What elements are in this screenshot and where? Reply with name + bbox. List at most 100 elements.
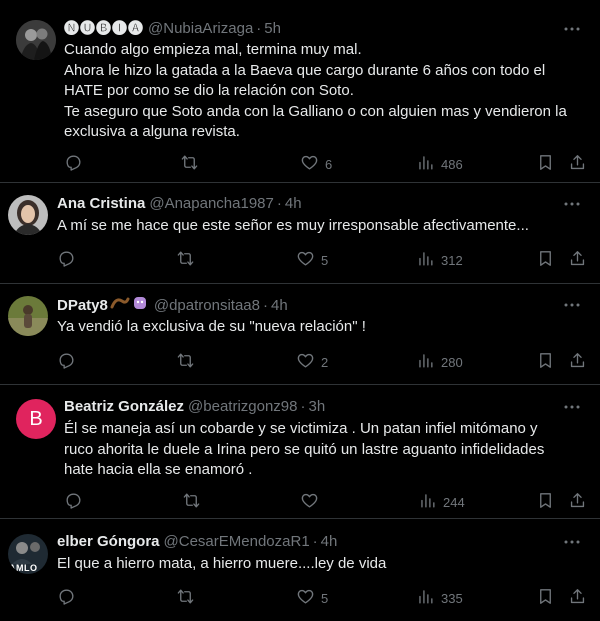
tweet-actions: 5 312 [0, 249, 600, 269]
repost-button[interactable] [176, 249, 201, 271]
reply-button[interactable] [64, 153, 89, 175]
like-button[interactable]: 6 [300, 153, 332, 175]
heart-icon [296, 587, 315, 609]
tweet-text: Cuando algo empieza mal, termina muy mal… [64, 40, 567, 143]
views-count: 486 [441, 156, 463, 172]
share-button[interactable] [568, 153, 587, 175]
tweet-line: Él se maneja así un cobarde y se victimi… [64, 420, 538, 437]
reply-button[interactable] [57, 249, 82, 271]
views-button[interactable]: 486 [416, 153, 463, 175]
share-icon [568, 153, 587, 175]
bookmark-button[interactable] [536, 491, 555, 513]
repost-button[interactable] [176, 351, 201, 373]
separator-dot: · [300, 398, 306, 415]
like-button[interactable]: 5 [296, 587, 328, 609]
tweet-actions: 5 335 [0, 587, 600, 607]
share-icon [568, 587, 587, 609]
like-count: 6 [325, 156, 333, 172]
share-button[interactable] [568, 587, 587, 609]
user-handle[interactable]: @dpatronsitaa8 [154, 296, 260, 316]
bookmark-button[interactable] [536, 153, 555, 175]
display-name[interactable]: Ana Cristina [57, 194, 145, 214]
tweet-line: exclusiva a alguna revista. [64, 123, 240, 140]
like-button[interactable]: 5 [296, 249, 328, 271]
like-count: 2 [321, 354, 329, 370]
like-count: 5 [321, 590, 329, 606]
tweet-text: A mí se me hace que este señor es muy ir… [57, 216, 529, 237]
more-icon[interactable] [562, 397, 582, 417]
repost-icon [176, 249, 195, 271]
user-handle[interactable]: @beatrizgonz98 [188, 397, 297, 417]
heart-icon [300, 491, 319, 513]
like-button[interactable]: 2 [296, 351, 328, 373]
tweet-header: Ana Cristina @Anapancha1987 · 4h [57, 194, 302, 214]
separator-dot: · [256, 20, 262, 37]
avatar[interactable]: AMLO [8, 534, 48, 574]
avatar[interactable] [16, 20, 56, 60]
views-icon [416, 153, 435, 175]
avatar[interactable] [8, 296, 48, 336]
bookmark-button[interactable] [536, 249, 555, 271]
views-button[interactable]: 280 [416, 351, 463, 373]
views-icon [418, 491, 437, 513]
more-icon[interactable] [562, 532, 582, 552]
reply-icon [57, 351, 76, 373]
display-name[interactable]: elber Góngora [57, 532, 160, 552]
share-button[interactable] [568, 249, 587, 271]
reply-button[interactable] [57, 587, 82, 609]
share-icon [568, 491, 587, 513]
bookmark-icon [536, 491, 555, 513]
tweet-line: Ahora le hizo la gatada a la Baeva que c… [64, 61, 546, 79]
more-icon[interactable] [562, 19, 582, 39]
timestamp[interactable]: 3h [309, 397, 326, 417]
repost-button[interactable] [180, 153, 205, 175]
more-icon[interactable] [562, 194, 582, 214]
user-handle[interactable]: @NubiaArizaga [148, 19, 253, 39]
tweet-line: HATE por como se dio la relación con Sot… [64, 82, 354, 99]
reply-button[interactable] [57, 351, 82, 373]
repost-icon [176, 587, 195, 609]
display-name[interactable]: Beatriz González [64, 397, 184, 417]
bookmark-button[interactable] [536, 351, 555, 373]
tweet-dpaty[interactable]: DPaty8 @dpatronsitaa8 · 4h Ya vendió la … [0, 284, 600, 385]
tweet-beatriz[interactable]: B Beatriz González @beatrizgonz98 · 3h É… [0, 385, 600, 519]
bookmark-button[interactable] [536, 587, 555, 609]
tweet-actions: 6 486 [0, 153, 600, 173]
avatar[interactable] [8, 195, 48, 235]
timestamp[interactable]: 4h [285, 194, 302, 214]
display-name[interactable]: 🅝🅤🅑🅘🅐 [64, 19, 144, 39]
repost-button[interactable] [176, 587, 201, 609]
bookmark-icon [536, 351, 555, 373]
timestamp[interactable]: 4h [321, 532, 338, 552]
tweet-ana[interactable]: Ana Cristina @Anapancha1987 · 4h A mí se… [0, 183, 600, 284]
avatar[interactable]: B [16, 399, 56, 439]
user-handle[interactable]: @Anapancha1987 [149, 194, 274, 214]
avatar-letter: B [29, 407, 43, 430]
tweet-nubia[interactable]: 🅝🅤🅑🅘🅐 @NubiaArizaga · 5h Cuando algo emp… [0, 0, 600, 183]
reply-icon [64, 153, 83, 175]
more-icon[interactable] [562, 295, 582, 315]
repost-button[interactable] [182, 491, 207, 513]
emoji-icon [110, 295, 150, 317]
reply-button[interactable] [64, 491, 89, 513]
like-button[interactable] [300, 491, 325, 513]
tweet-elber[interactable]: AMLO elber Góngora @CesarEMendozaR1 · 4h… [0, 519, 600, 621]
tweet-line: hate hacia ella se enamoró . [64, 461, 253, 478]
views-icon [416, 587, 435, 609]
share-icon [568, 351, 587, 373]
views-button[interactable]: 335 [416, 587, 463, 609]
share-button[interactable] [568, 491, 587, 513]
share-icon [568, 249, 587, 271]
timestamp[interactable]: 5h [264, 19, 281, 39]
timestamp[interactable]: 4h [271, 296, 288, 316]
tweet-text: El que a hierro mata, a hierro muere....… [57, 554, 386, 575]
bookmark-icon [536, 249, 555, 271]
reply-icon [64, 491, 83, 513]
heart-icon [300, 153, 319, 175]
display-name[interactable]: DPaty8 [57, 296, 108, 316]
views-button[interactable]: 312 [416, 249, 463, 271]
user-handle[interactable]: @CesarEMendozaR1 [164, 532, 310, 552]
views-button[interactable]: 244 [418, 491, 465, 513]
share-button[interactable] [568, 351, 587, 373]
tweet-header: Beatriz González @beatrizgonz98 · 3h [64, 397, 325, 417]
